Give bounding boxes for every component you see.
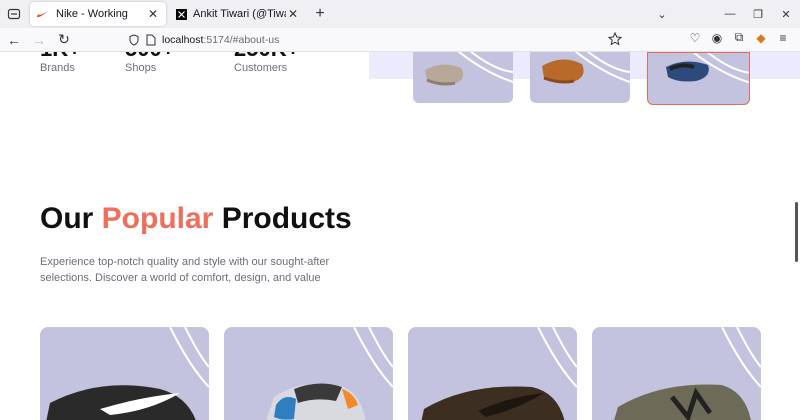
stat-label: Shops [125, 62, 157, 74]
browser-tab-strip: Nike - Working ✕ Ankit Tiwari (@TiwariAn… [0, 0, 800, 28]
extensions-icon[interactable]: ⧉ [728, 30, 750, 45]
shoe-thumbnail-1[interactable] [413, 52, 513, 103]
product-card-3[interactable] [408, 327, 577, 420]
url-host: localhost [162, 34, 204, 46]
title-accent: Popular [101, 202, 214, 235]
product-card-4[interactable] [592, 327, 761, 420]
stat-customers: 250K+ Customers [234, 52, 319, 74]
restore-icon[interactable]: ❐ [744, 8, 772, 21]
close-tab-icon[interactable]: ✕ [146, 7, 160, 21]
page-scrollbar-thumb[interactable] [795, 202, 798, 262]
window-controls: ⌄ — ❐ ✕ [648, 0, 800, 28]
menu-icon[interactable]: ≡ [772, 31, 794, 45]
section-title: Our Popular Products [40, 202, 352, 236]
tab-title: Nike - Working [56, 8, 128, 20]
stat-value: 500+ [125, 52, 234, 60]
account-icon[interactable]: ◉ [706, 31, 728, 45]
stat-label: Brands [40, 62, 75, 74]
minimize-icon[interactable]: — [716, 8, 744, 20]
tab-nike[interactable]: Nike - Working ✕ [30, 2, 166, 26]
browser-nav-bar: ← → ↻ localhost:5174/#about-us ♡ ◉ ⧉ ◆ ≡ [0, 28, 800, 52]
x-favicon-icon [176, 8, 187, 20]
stat-value: 250K+ [234, 52, 319, 60]
stat-shops: 500+ Shops [125, 52, 234, 74]
fox-extension-icon[interactable]: ◆ [750, 31, 772, 45]
shoe-thumbnail-3-selected[interactable] [647, 52, 750, 105]
stats-row: 1K+ Brands 500+ Shops 250K+ Customers [40, 52, 319, 74]
tab-overflow-chevron-icon[interactable]: ⌄ [648, 8, 676, 21]
stat-value: 1K+ [40, 52, 125, 60]
section-description: Experience top-notch quality and style w… [40, 256, 330, 284]
close-tab-icon[interactable]: ✕ [286, 7, 300, 21]
new-tab-icon[interactable]: + [310, 5, 330, 23]
page-viewport: 1K+ Brands 500+ Shops 250K+ Customers [0, 52, 800, 420]
address-bar[interactable]: localhost:5174/#about-us [128, 30, 628, 50]
product-card-1[interactable] [40, 327, 209, 420]
bookmark-star-icon[interactable] [607, 31, 623, 51]
stat-label: Customers [234, 62, 288, 74]
title-prefix: Our [40, 202, 102, 235]
reload-icon[interactable]: ↻ [53, 29, 75, 51]
shoe-thumbnail-2[interactable] [530, 52, 630, 103]
tab-list-icon[interactable] [2, 2, 26, 26]
pocket-icon[interactable]: ♡ [684, 31, 706, 45]
close-window-icon[interactable]: ✕ [772, 8, 800, 21]
url-path: :5174/#about-us [203, 34, 280, 46]
product-card-2[interactable] [224, 327, 393, 420]
toolbar-icons: ♡ ◉ ⧉ ◆ ≡ [684, 30, 794, 45]
tab-x-profile[interactable]: Ankit Tiwari (@TiwariAnkitb) / X ✕ [170, 2, 306, 26]
tab-title: Ankit Tiwari (@TiwariAnkitb) / X [193, 8, 286, 20]
page-icon[interactable] [146, 34, 156, 46]
stat-brands: 1K+ Brands [40, 52, 125, 74]
title-suffix: Products [213, 202, 352, 235]
nike-favicon-icon [37, 10, 49, 18]
back-arrow-icon[interactable]: ← [3, 29, 25, 51]
shield-icon[interactable] [128, 34, 140, 46]
forward-arrow-icon[interactable]: → [28, 29, 50, 51]
